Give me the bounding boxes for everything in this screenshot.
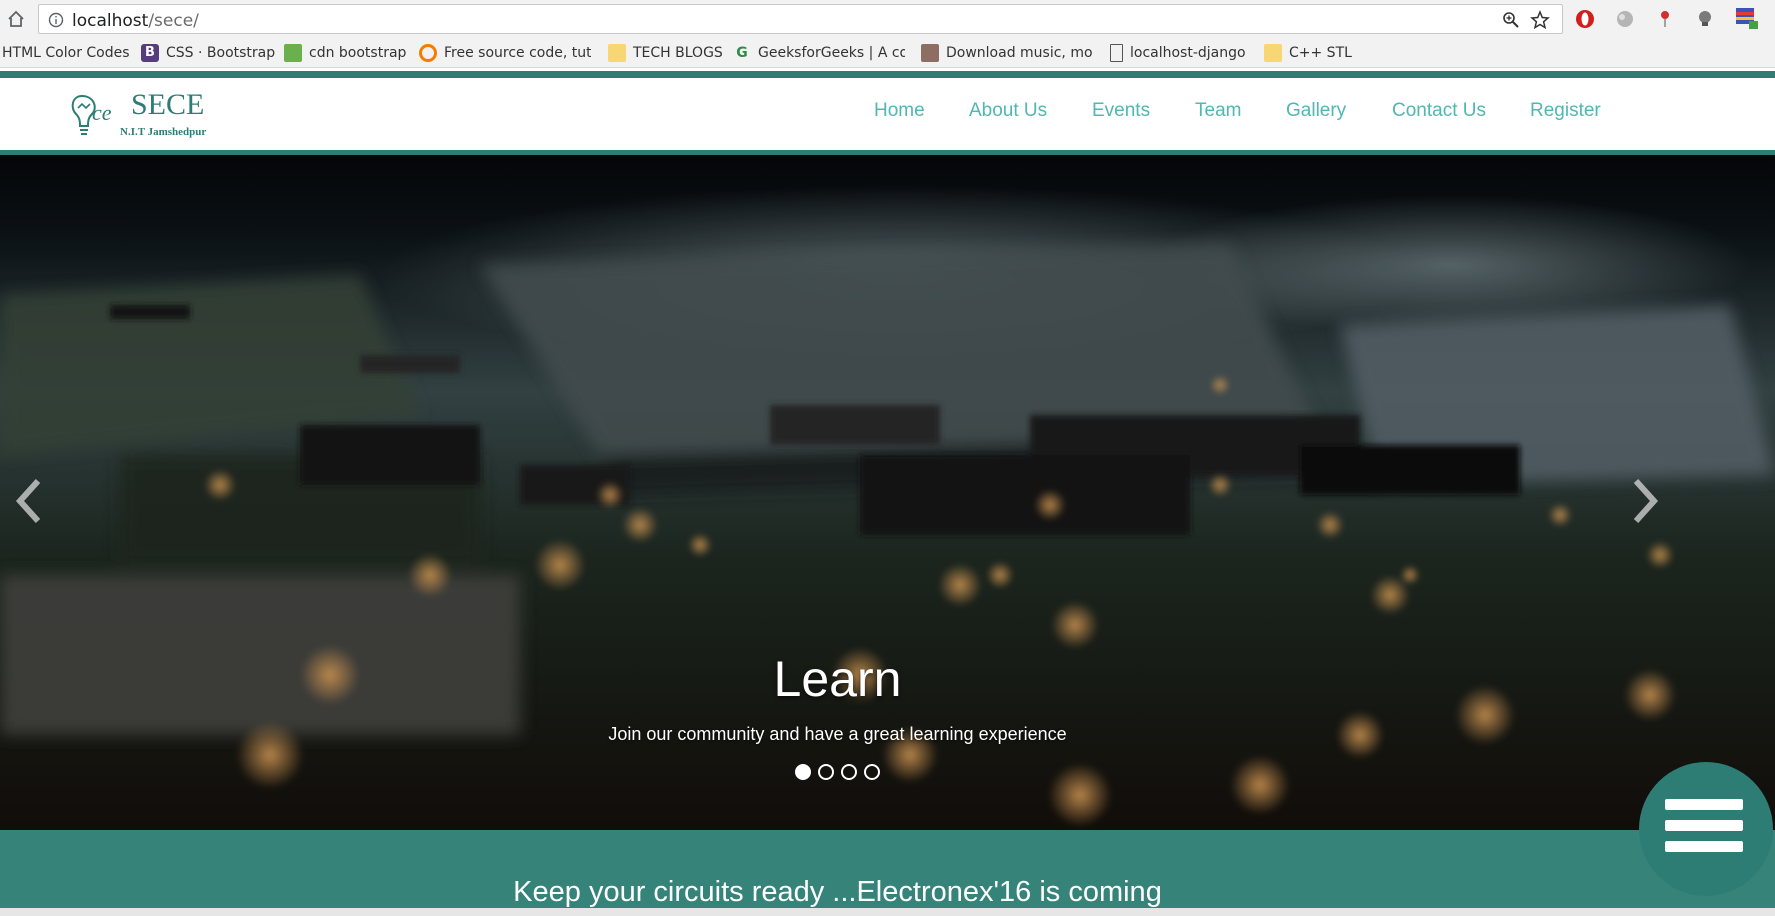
bookmark-cdn-bootstrap[interactable]: cdn bootstrap [284,42,406,64]
bookmark-cpp-stl[interactable]: C++ STL [1264,42,1352,64]
home-icon[interactable] [6,9,26,29]
carousel-indicator-2[interactable] [818,764,834,780]
hero-title: Learn [773,651,902,707]
nav-team[interactable]: Team [1195,100,1241,122]
folder-icon [1264,44,1282,62]
cloud-extension-icon[interactable] [1614,8,1636,30]
gfg-icon: G [736,45,748,61]
bookmark-star-icon[interactable] [1530,10,1550,30]
bookmarks-bar: HTML Color Codes B CSS · Bootstrap cdn b… [0,38,1775,68]
nav-gallery[interactable]: Gallery [1286,100,1346,122]
hamburger-menu-icon [1665,799,1743,810]
url-text[interactable]: localhost/sece/ [72,11,199,31]
bookmark-label: CSS · Bootstrap [166,45,276,61]
address-bar[interactable]: localhost/sece/ [38,4,1563,34]
announcement-band: Keep your circuits ready ...Electronex'1… [0,830,1775,916]
announcement-headline: Keep your circuits ready ...Electronex'1… [513,876,1162,908]
carousel-prev-chevron-icon[interactable] [10,473,46,529]
carousel-indicators [795,764,880,782]
codeproject-icon [419,44,437,62]
hero-subtitle: Join our community and have a great lear… [608,724,1067,744]
tabs-extension-icon[interactable] [1734,5,1760,31]
bookmark-download-music[interactable]: Download music, mov [921,42,1093,64]
bookmark-label: C++ STL [1289,45,1352,61]
bookmark-free-source-code[interactable]: Free source code, tuto [419,42,591,64]
browser-toolbar: localhost/sece/ [0,0,1775,38]
site-header: ce SECE N.I.T Jamshedpur Home About Us E… [0,78,1775,152]
zoom-icon[interactable] [1502,11,1520,29]
carousel-next-chevron-icon[interactable] [1628,473,1664,529]
header-top-border [0,71,1775,78]
bookmark-label: Free source code, tuto [444,45,591,61]
bookmark-label: cdn bootstrap [309,45,407,61]
carousel-indicator-3[interactable] [841,764,857,780]
logo-mark: ce [92,100,112,125]
pin-extension-icon[interactable] [1654,8,1676,30]
hamburger-menu-icon-bar [1665,820,1743,831]
bookmark-label: localhost-django [1130,45,1246,61]
url-path: /sece/ [148,11,199,31]
hero-carousel: Learn Join our community and have a grea… [0,155,1775,830]
bookmark-label: HTML Color Codes [2,45,130,61]
bookmark-label: TECH BLOGS [633,45,723,61]
carousel-indicator-1[interactable] [795,764,811,780]
download-icon [921,44,939,62]
bookmark-html-color-codes[interactable]: HTML Color Codes [2,42,130,64]
logo-name: SECE [131,88,205,121]
bulb-extension-icon[interactable] [1694,8,1716,30]
bookmark-tech-blogs[interactable]: TECH BLOGS [608,42,723,64]
info-icon[interactable] [48,12,64,28]
folder-icon [608,44,626,62]
bookmark-geeksforgeeks[interactable]: G GeeksforGeeks | A cor [733,42,905,64]
nav-contact-us[interactable]: Contact Us [1392,100,1486,122]
logo-subtitle: N.I.T Jamshedpur [120,126,207,138]
w3-icon [284,44,302,62]
bootstrap-icon: B [141,44,159,62]
site-logo[interactable]: ce SECE N.I.T Jamshedpur [68,88,228,144]
nav-events[interactable]: Events [1092,100,1150,122]
page-icon [1110,44,1123,62]
nav-register[interactable]: Register [1530,100,1601,122]
opera-extension-icon[interactable] [1574,8,1596,30]
floating-menu-button[interactable] [1639,762,1773,896]
nav-home[interactable]: Home [874,100,925,122]
url-host: localhost [72,11,149,31]
hamburger-menu-icon-bar [1665,841,1743,852]
bookmark-label: GeeksforGeeks | A cor [758,45,905,61]
bookmark-localhost-django[interactable]: localhost-django [1110,42,1246,64]
bookmark-label: Download music, mov [946,45,1093,61]
nav-about-us[interactable]: About Us [969,100,1047,122]
carousel-indicator-4[interactable] [864,764,880,780]
page-bottom-edge [0,908,1775,916]
bookmark-css-bootstrap[interactable]: B CSS · Bootstrap [141,42,275,64]
